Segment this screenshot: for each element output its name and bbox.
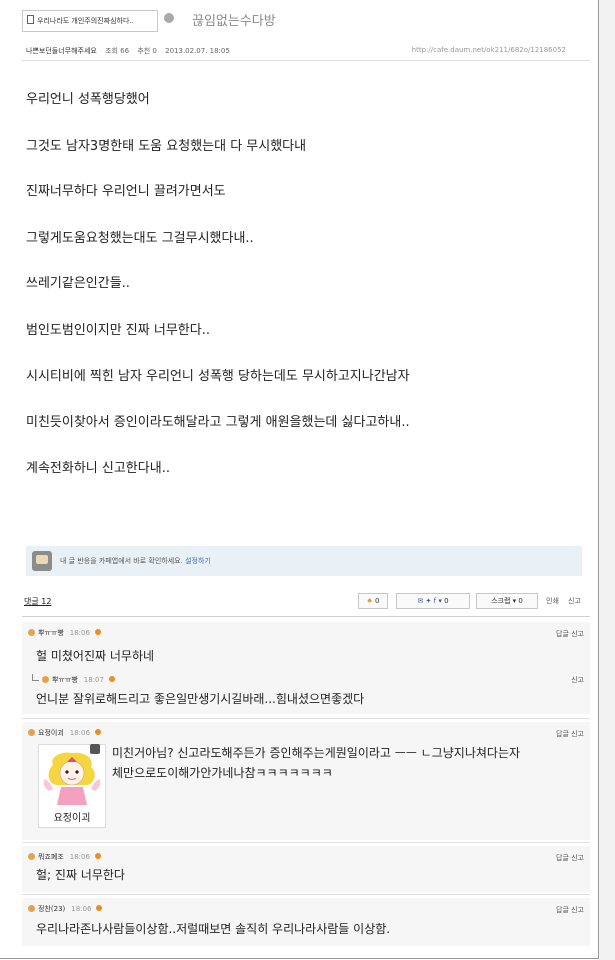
notice-text-wrap: 내 글 반응을 카페앱에서 바로 확인하세요. 설정하기	[60, 556, 211, 566]
scrap-button[interactable]: 스크랩 ▾ 0	[476, 593, 538, 609]
comment-time: 18:06	[71, 905, 92, 913]
comment-time: 18:06	[69, 729, 90, 737]
new-badge-icon	[94, 629, 101, 635]
zoom-icon[interactable]	[90, 744, 100, 754]
post-author[interactable]: 나쁜보던들너무해주세요	[26, 47, 97, 55]
post-body-line: 진짜너무하다 우리언니 끌려가면서도	[26, 184, 226, 199]
post-body-line: 그렇게도움요청했는대도 그걸무시했다내..	[26, 231, 254, 246]
comment-author[interactable]: 뿌ㅠㅠ빵	[38, 629, 64, 637]
post-body-line: 범인도범인이지만 진짜 너무한다..	[26, 323, 210, 338]
comment-actions[interactable]: 답글 신고	[556, 853, 584, 863]
notice-text: 내 글 반응을 카페앱에서 바로 확인하세요.	[60, 557, 183, 565]
divider	[22, 894, 590, 895]
comment-reply: 뿌ㅠㅠ빵 18:07 신고 언니분 잘위로해드리고 좋은일만생기시길바래...힘내…	[22, 668, 590, 714]
article-tab-label: 우리나라도 개인주의진짜심하다..	[37, 17, 134, 25]
comment-text: 우리나라존나사람들이상함..저럴때보면 솔직히 우리나라사람들 이상함.	[36, 922, 391, 936]
post-body-line: 시시티비에 찍힌 남자 우리언니 성폭행 당하는데도 무시하고지나간남자	[26, 369, 410, 384]
post-body-line: 그것도 남자3명한태 도움 요청했는대 다 무시했다내	[26, 139, 307, 154]
comment-time: 18:06	[69, 853, 90, 861]
comment-header: 요정이괴 18:06	[28, 728, 101, 738]
print-link[interactable]: 인쇄	[546, 596, 559, 606]
divider	[22, 616, 590, 617]
comment-author[interactable]: 뭐죠폐조	[38, 853, 64, 861]
post-body-line: 미친듯이찾아서 증인이라도해달라고 그렇게 애원을했는데 싫다고하내..	[26, 415, 410, 430]
like-button[interactable]: ♠ 0	[358, 593, 388, 609]
scrap-label: 스크랩	[491, 597, 511, 605]
post-views: 조회 66	[105, 47, 130, 55]
share-count: 0	[444, 597, 449, 605]
reply-arrow-icon	[32, 674, 39, 681]
user-level-icon	[28, 853, 35, 860]
article-tab[interactable]: 우리나라도 개인주의진짜심하다..	[22, 10, 158, 32]
board-name[interactable]: 끊임없는수다방	[192, 10, 276, 29]
share-button[interactable]: ✉ ✦ f ▾ 0	[396, 593, 470, 609]
comment-actions[interactable]: 답글 신고	[556, 629, 584, 639]
comment-toolbar: 댓글 12 ♠ 0 ✉ ✦ f ▾ 0 스크랩 ▾ 0 인쇄 신고	[22, 592, 590, 612]
comment-count[interactable]: 댓글 12	[24, 596, 51, 607]
top-bar: 우리나라도 개인주의진짜심하다.. 끊임없는수다방	[14, 8, 596, 34]
page-icon	[27, 15, 34, 24]
comment-header: 뿌ㅠㅠ빵 18:07	[32, 674, 115, 685]
comment-author[interactable]: 정찬(23)	[38, 905, 65, 913]
divider	[22, 718, 590, 719]
report-link[interactable]: 신고	[568, 596, 581, 606]
notice-settings-link[interactable]: 설정하기	[185, 557, 211, 565]
post-url[interactable]: http://cafe.daum.net/ok211/682o/12186052	[412, 46, 566, 54]
post-body-line: 우리언니 성폭행당했어	[26, 92, 150, 107]
scrap-dropdown-icon: ▾	[512, 597, 517, 605]
scrap-count: 0	[518, 597, 523, 605]
post-body-line: 계속전화하니 신고한다내..	[26, 461, 170, 476]
user-level-icon	[28, 629, 35, 636]
comment-time: 18:06	[69, 629, 90, 637]
comment-text: 미친거아님? 신고라도해주든가 증인해주는게뭔일이라고 ㅡㅡ ㄴ그냥지나쳐다는자	[112, 746, 521, 760]
comment-item: 뭐죠폐조 18:06 답글 신고 헐; 진짜 너무한다	[22, 846, 590, 892]
comment-text: 체만으로도이해가안가네나참ㅋㅋㅋㅋㅋㅋㅋ	[112, 766, 333, 780]
post-meta: 나쁜보던들너무해주세요 조회 66 추천 0 2013.02.07. 18:05…	[26, 46, 566, 56]
new-badge-icon	[94, 729, 101, 735]
comment-sticker-image[interactable]: 요정이괴	[38, 744, 106, 828]
new-badge-icon	[96, 905, 103, 911]
comment-text: 헐; 진짜 너무한다	[36, 868, 125, 882]
app-notice: 내 글 반응을 카페앱에서 바로 확인하세요. 설정하기	[26, 546, 582, 576]
sticker-caption: 요정이괴	[53, 813, 91, 824]
comment-item: 정찬(23) 18:06 답글 신고 우리나라존나사람들이상함..저럴때보면 솔직…	[22, 898, 590, 946]
comment-text: 언니분 잘위로해드리고 좋은일만생기시길바래...힘내셨으면좋겠다	[36, 692, 365, 706]
user-level-icon	[42, 676, 49, 683]
comment-header: 뭐죠폐조 18:06	[28, 852, 101, 862]
thumbs-up-icon: ♠	[366, 597, 373, 605]
user-level-icon	[28, 905, 35, 912]
divider	[22, 60, 590, 61]
comment-header: 정찬(23) 18:06	[28, 904, 103, 914]
comment-item: 요정이괴 18:06 답글 신고 요정이괴 미친거아님? 신고라도해주든가 증인해…	[22, 722, 590, 840]
like-count: 0	[375, 597, 380, 605]
comment-time: 18:07	[83, 676, 104, 684]
post-date: 2013.02.07. 18:05	[165, 47, 230, 55]
new-badge-icon	[94, 853, 101, 859]
bullet-dot-icon	[164, 13, 174, 23]
post-body-line: 쓰레기같은인간들..	[26, 276, 130, 291]
user-level-icon	[28, 729, 35, 736]
share-icons: ✉ ✦ f ▾	[417, 597, 442, 605]
comment-author[interactable]: 요정이괴	[38, 729, 64, 737]
comment-actions[interactable]: 신고	[571, 675, 584, 685]
new-badge-icon	[108, 676, 115, 682]
comment-text: 헐 미쳤어진짜 너무하네	[36, 649, 155, 663]
comment-item: 뿌ㅠㅠ빵 18:06 답글 신고 헐 미쳤어진짜 너무하네	[22, 622, 590, 668]
comment-actions[interactable]: 답글 신고	[556, 729, 584, 739]
comment-header: 뿌ㅠㅠ빵 18:06	[28, 628, 101, 638]
comment-actions[interactable]: 답글 신고	[556, 905, 584, 915]
post-recommends: 추천 0	[137, 47, 157, 55]
cafe-app-icon	[32, 551, 52, 571]
divider	[22, 842, 590, 843]
comment-author[interactable]: 뿌ㅠㅠ빵	[52, 676, 78, 684]
page-margin	[599, 0, 615, 960]
